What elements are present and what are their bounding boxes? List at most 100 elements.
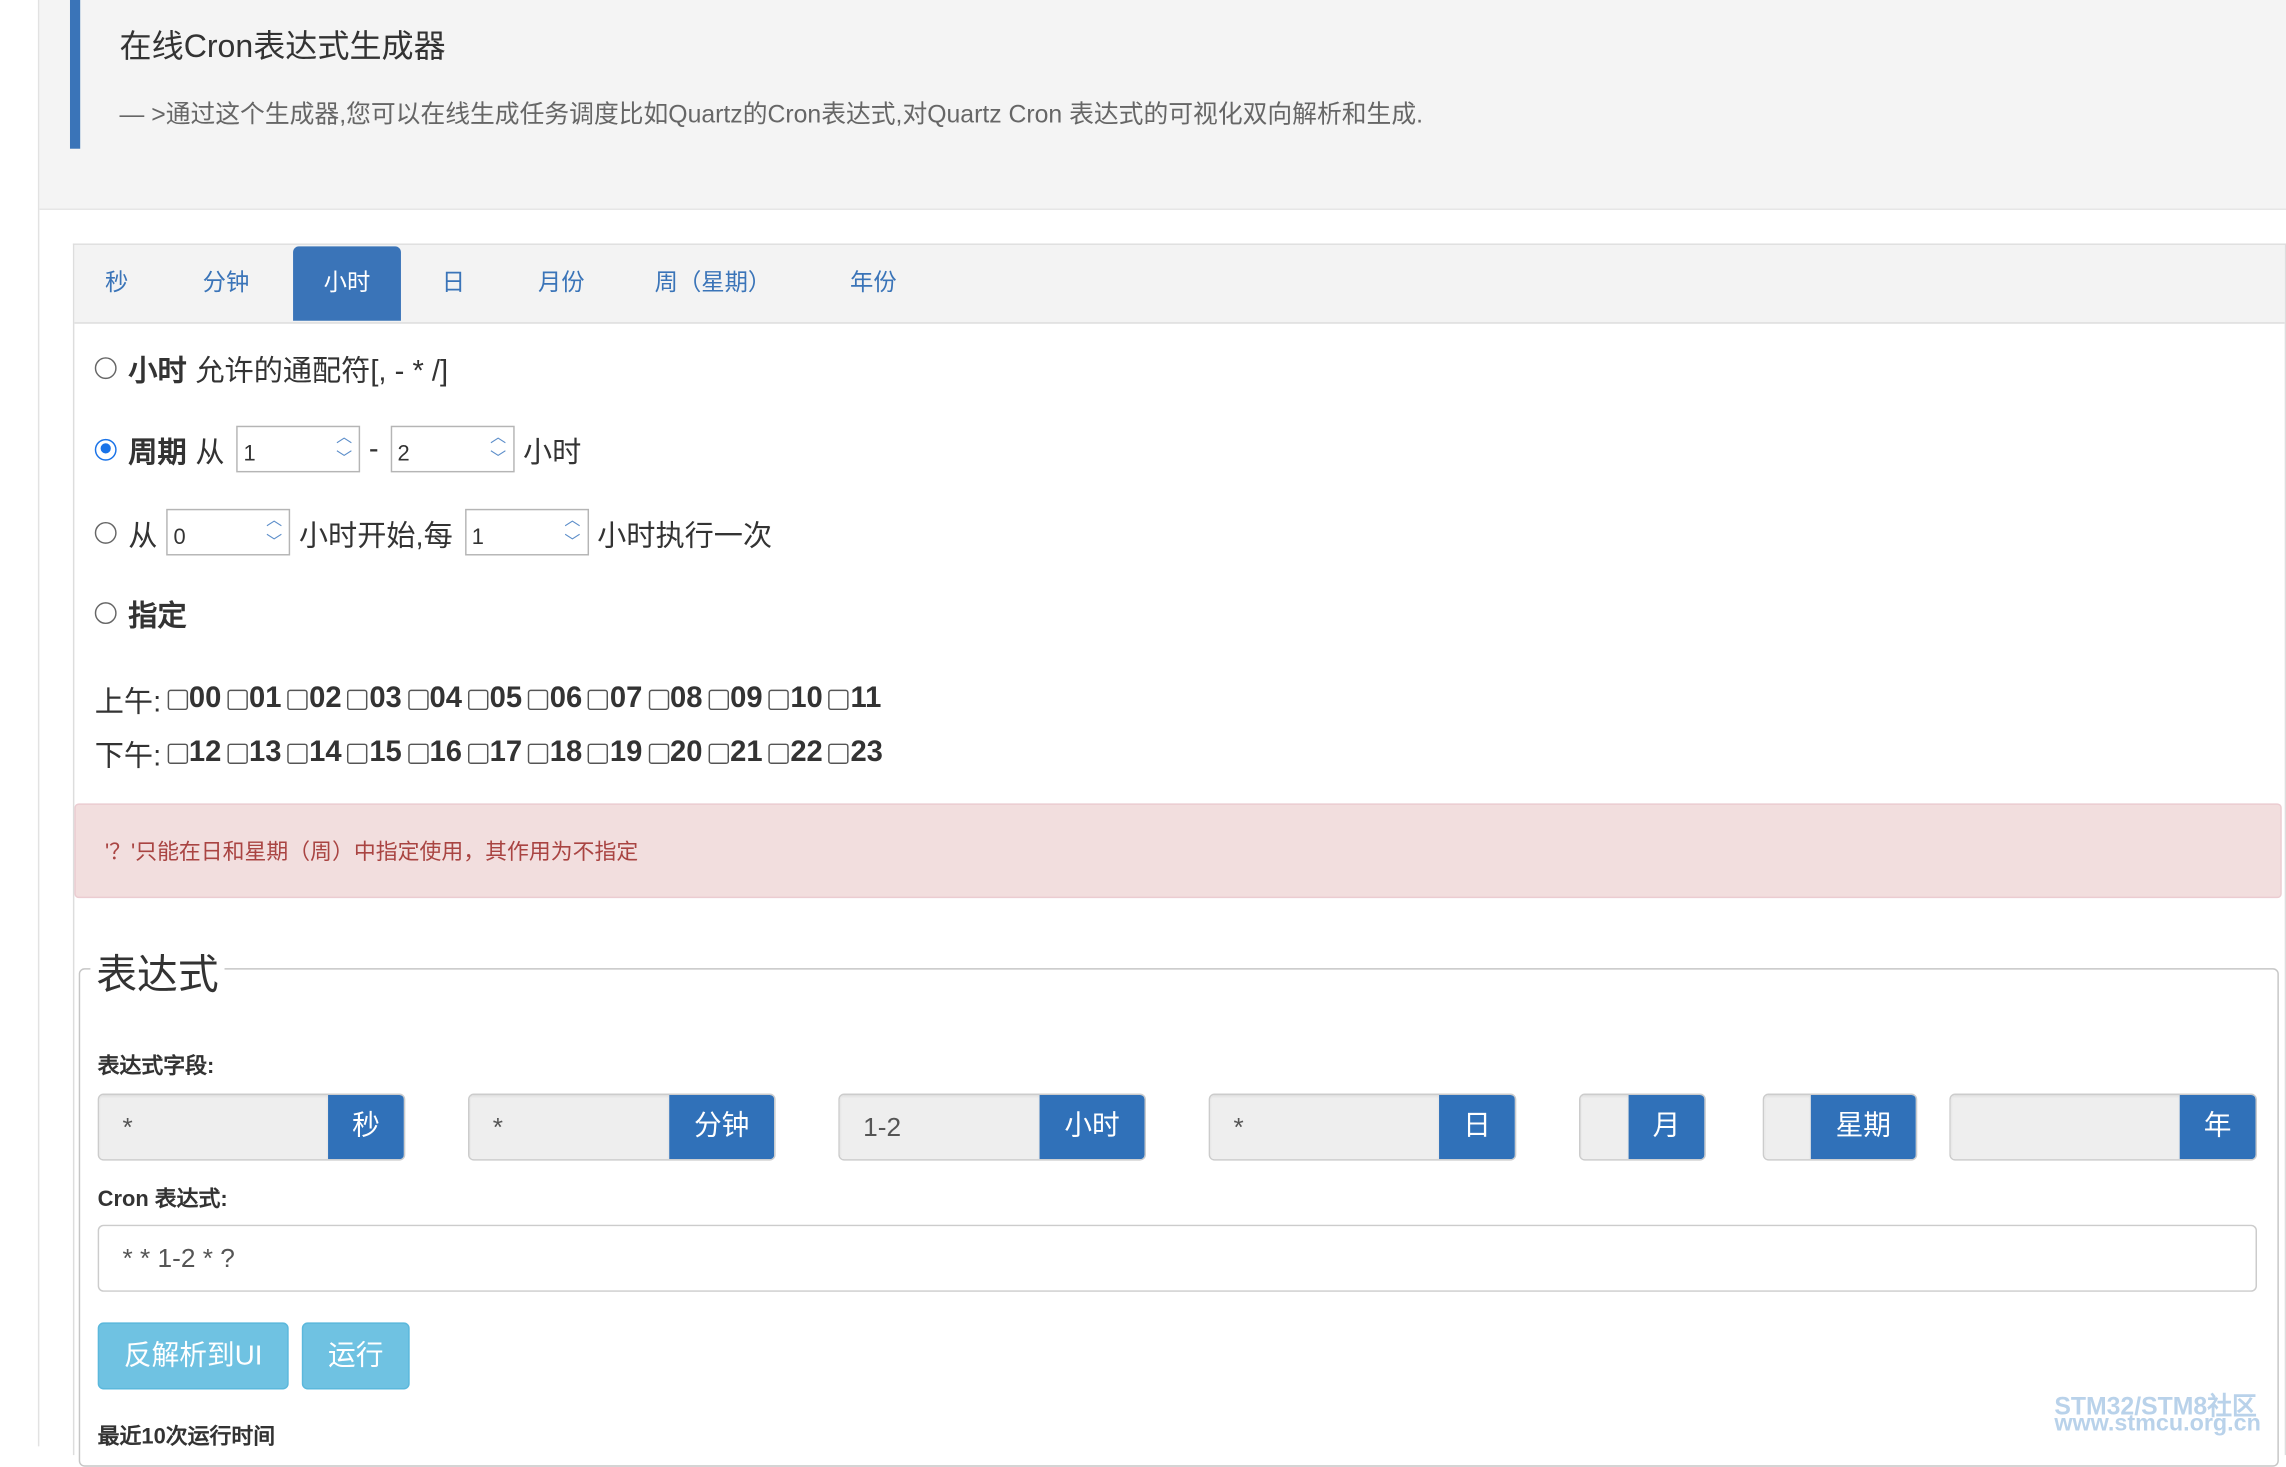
hour-checkbox-label: 11 [850, 682, 882, 715]
hour-checkbox-label: 06 [549, 682, 583, 715]
hour-checkbox[interactable] [287, 688, 308, 710]
field-hour-group: 1-2 小时 [838, 1093, 1146, 1161]
hour-checkbox-label: 09 [730, 682, 763, 715]
hours-am-row: 上午: 00 01 02 03 04 05 06 07 08 09 10 11 [95, 678, 882, 720]
hour-checkbox[interactable] [467, 688, 489, 710]
hour-checkbox-label: 22 [790, 736, 823, 769]
hour-checkbox[interactable] [527, 742, 549, 764]
hour-checkbox[interactable] [768, 742, 789, 764]
left-divider [37, 0, 40, 1447]
hour-checkbox-label: 04 [429, 682, 462, 715]
watermark-url: www.stmcu.org.cn [2054, 1411, 2261, 1437]
field-minute-addon: 分钟 [669, 1094, 775, 1160]
hour-checkbox[interactable] [708, 688, 729, 710]
cron-expression-input[interactable]: * * 1-2 * ? [97, 1224, 2257, 1292]
interval-tail-text: 小时执行一次 [597, 519, 773, 552]
field-day-group: * 日 [1208, 1093, 1517, 1161]
field-second-input[interactable]: * [99, 1094, 329, 1160]
field-week-input[interactable] [1764, 1094, 1811, 1160]
tab-week[interactable]: 周（星期） [646, 246, 780, 320]
hour-checkbox-label: 07 [609, 682, 643, 715]
cycle-dash: - [368, 432, 379, 465]
recent-runs-label: 最近10次运行时间 [97, 1424, 276, 1450]
cycle-start-stepper[interactable]: 1 ︿ ﹀ [236, 425, 361, 473]
stepper-arrows-icon[interactable]: ︿ ﹀ [332, 429, 355, 470]
hour-checkbox[interactable] [588, 742, 609, 764]
stepper-arrows-icon[interactable]: ︿ ﹀ [262, 512, 285, 553]
hour-checkbox[interactable] [648, 688, 669, 710]
cycle-end-value: 2 [397, 441, 410, 467]
hour-checkbox[interactable] [708, 742, 729, 764]
hour-checkbox[interactable] [588, 688, 609, 710]
interval-step-value: 1 [471, 524, 484, 550]
expression-fieldset [78, 968, 2279, 1467]
hour-checkbox[interactable] [648, 742, 669, 764]
pm-label: 下午: [94, 740, 162, 773]
interval-step-stepper[interactable]: 1 ︿ ﹀ [464, 508, 589, 556]
radio-cycle[interactable] [94, 438, 117, 460]
tab-year[interactable]: 年份 [833, 246, 915, 320]
hour-checkbox[interactable] [828, 742, 850, 764]
option-specify: 指定 [94, 592, 187, 634]
hour-checkbox[interactable] [407, 742, 429, 764]
hour-checkbox[interactable] [768, 688, 789, 710]
run-button[interactable]: 运行 [301, 1322, 410, 1390]
header-accent-bar [69, 0, 81, 149]
field-year-addon: 年 [2179, 1094, 2256, 1160]
field-year-input[interactable] [1950, 1094, 2180, 1160]
stepper-arrows-icon[interactable]: ︿ ﹀ [561, 512, 584, 553]
hour-checkbox-label: 13 [249, 736, 282, 769]
hour-checkbox[interactable] [467, 742, 489, 764]
tab-day[interactable]: 日 [424, 246, 482, 320]
hour-checkbox[interactable] [167, 688, 188, 710]
hour-checkbox-label: 21 [730, 736, 763, 769]
tab-second[interactable]: 秒 [89, 246, 144, 320]
reverse-parse-button[interactable]: 反解析到UI [97, 1322, 289, 1390]
radio-every-hour[interactable] [94, 357, 117, 380]
option-every-label: 小时 [128, 355, 187, 388]
option-cycle-from: 从 [195, 436, 225, 469]
hour-checkbox-label: 15 [369, 736, 402, 769]
field-day-addon: 日 [1439, 1094, 1515, 1160]
stepper-arrows-icon[interactable]: ︿ ﹀ [486, 429, 509, 470]
hour-checkbox[interactable] [407, 688, 429, 710]
alert-message: '？'只能在日和星期（周）中指定使用，其作用为不指定 [74, 803, 2282, 899]
hour-checkbox[interactable] [227, 742, 248, 764]
field-hour-addon: 小时 [1039, 1094, 1145, 1160]
hour-checkbox-label: 05 [489, 682, 523, 715]
tab-minute[interactable]: 分钟 [188, 246, 264, 320]
hour-checkbox[interactable] [347, 688, 368, 710]
page-title: 在线Cron表达式生成器 [119, 27, 446, 65]
field-month-input[interactable] [1580, 1094, 1629, 1160]
cycle-start-value: 1 [243, 441, 256, 467]
field-day-input[interactable]: * [1210, 1094, 1440, 1160]
hour-checkbox-label: 10 [790, 682, 823, 715]
field-month-group: 月 [1579, 1093, 1706, 1161]
hour-checkbox-label: 03 [369, 682, 402, 715]
tab-bar: 秒 分钟 小时 日 月份 周（星期） 年份 [74, 244, 2285, 324]
field-minute-group: * 分钟 [468, 1093, 776, 1161]
cycle-end-stepper[interactable]: 2 ︿ ﹀ [390, 425, 515, 473]
tab-hour[interactable]: 小时 [293, 246, 401, 321]
field-year-group: 年 [1949, 1093, 2257, 1161]
hour-checkbox[interactable] [828, 688, 850, 710]
fields-label: 表达式字段: [97, 1054, 215, 1079]
hour-checkbox[interactable] [167, 742, 188, 764]
hour-checkbox-label: 17 [489, 736, 523, 769]
hour-checkbox[interactable] [287, 742, 308, 764]
tab-month[interactable]: 月份 [521, 246, 603, 320]
field-minute-input[interactable]: * [469, 1094, 670, 1160]
radio-specify[interactable] [94, 602, 117, 625]
interval-start-stepper[interactable]: 0 ︿ ﹀ [166, 508, 291, 556]
radio-interval[interactable] [94, 521, 117, 544]
field-week-group: 星期 [1762, 1093, 1918, 1161]
hours-pm-row: 下午: 12 13 14 15 16 17 18 19 20 21 22 23 [95, 732, 883, 774]
hour-checkbox[interactable] [527, 688, 549, 710]
hour-checkbox[interactable] [347, 742, 368, 764]
page-description: — >通过这个生成器,您可以在线生成任务调度比如Quartz的Cron表达式,对… [119, 100, 1424, 129]
field-hour-input[interactable]: 1-2 [839, 1094, 1040, 1160]
hour-checkbox[interactable] [227, 688, 248, 710]
interval-from: 从 [128, 519, 158, 552]
interval-mid-text: 小时开始,每 [298, 519, 453, 552]
page-root: 在线Cron表达式生成器 — >通过这个生成器,您可以在线生成任务调度比如Qua… [0, 0, 2286, 1467]
